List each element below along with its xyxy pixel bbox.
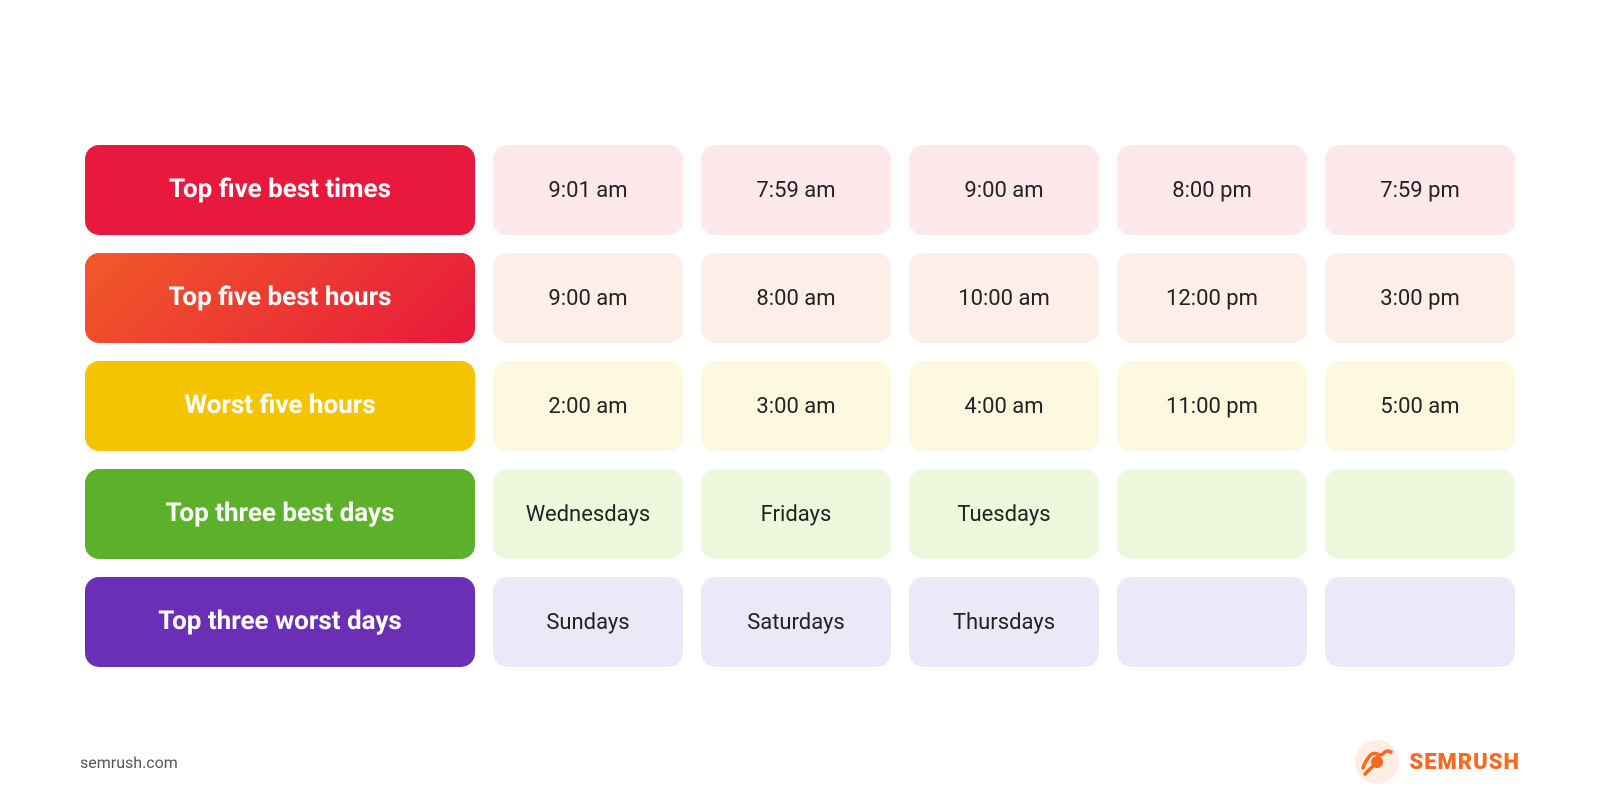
row-row-4: Top three best days Wednesdays Fridays Tues… [85,469,1515,559]
label-text-row-4: Top three best days [166,497,395,531]
data-cell-row-2-5: 3:00 pm [1325,253,1515,343]
label-text-row-1: Top five best times [169,173,391,207]
data-cell-row-2-3: 10:00 am [909,253,1099,343]
data-cell-row-5-2: Saturdays [701,577,891,667]
main-table: Top five best times 9:01 am 7:59 am 9:00 am… [5,105,1595,707]
data-cell-row-5-3: Thursdays [909,577,1099,667]
cell-value-row-3-4: 11:00 pm [1166,394,1258,419]
data-cell-row-1-5: 7:59 pm [1325,145,1515,235]
data-cell-row-1-1: 9:01 am [493,145,683,235]
label-row-3: Worst five hours [85,361,475,451]
data-cell-row-4-4 [1117,469,1307,559]
semrush-brand-text: SEMRUSH [1409,750,1520,775]
data-cell-row-3-2: 3:00 am [701,361,891,451]
cell-value-row-5-2: Saturdays [747,610,845,635]
row-row-5: Top three worst days Sundays Saturdays Thur… [85,577,1515,667]
cell-value-row-3-1: 2:00 am [548,394,627,419]
cell-value-row-3-5: 5:00 am [1380,394,1459,419]
cell-value-row-3-3: 4:00 am [964,394,1043,419]
semrush-icon [1355,740,1399,784]
cell-value-row-5-3: Thursdays [953,610,1055,635]
label-row-2: Top five best hours [85,253,475,343]
data-cell-row-2-2: 8:00 am [701,253,891,343]
data-cell-row-4-1: Wednesdays [493,469,683,559]
data-cell-row-5-4 [1117,577,1307,667]
data-cell-row-3-3: 4:00 am [909,361,1099,451]
cell-value-row-5-1: Sundays [546,610,629,635]
data-cell-row-3-5: 5:00 am [1325,361,1515,451]
cell-value-row-2-3: 10:00 am [958,286,1050,311]
data-cell-row-4-2: Fridays [701,469,891,559]
data-cell-row-1-3: 9:00 am [909,145,1099,235]
data-cell-row-3-4: 11:00 pm [1117,361,1307,451]
label-text-row-5: Top three worst days [158,605,402,639]
cell-value-row-4-3: Tuesdays [957,502,1050,527]
data-cell-row-2-4: 12:00 pm [1117,253,1307,343]
cell-value-row-2-5: 3:00 pm [1380,286,1460,311]
label-row-4: Top three best days [85,469,475,559]
cell-value-row-3-2: 3:00 am [756,394,835,419]
data-cell-row-4-5 [1325,469,1515,559]
data-cell-row-1-2: 7:59 am [701,145,891,235]
row-row-3: Worst five hours 2:00 am 3:00 am 4:00 am 11:… [85,361,1515,451]
data-cell-row-3-1: 2:00 am [493,361,683,451]
label-text-row-2: Top five best hours [169,281,392,315]
cell-value-row-2-1: 9:00 am [548,286,627,311]
cell-value-row-1-4: 8:00 pm [1172,178,1252,203]
footer: semrush.com SEMRUSH [80,740,1520,784]
label-text-row-3: Worst five hours [184,389,375,423]
cell-value-row-1-1: 9:01 am [548,178,627,203]
row-row-2: Top five best hours 9:00 am 8:00 am 10:00 a… [85,253,1515,343]
cell-value-row-2-2: 8:00 am [756,286,835,311]
data-cell-row-1-4: 8:00 pm [1117,145,1307,235]
label-row-5: Top three worst days [85,577,475,667]
footer-url: semrush.com [80,753,178,772]
data-cell-row-5-5 [1325,577,1515,667]
label-row-1: Top five best times [85,145,475,235]
data-cell-row-5-1: Sundays [493,577,683,667]
data-cell-row-4-3: Tuesdays [909,469,1099,559]
cell-value-row-4-1: Wednesdays [526,502,650,527]
cell-value-row-1-5: 7:59 pm [1380,178,1460,203]
cell-value-row-4-2: Fridays [761,502,832,527]
row-row-1: Top five best times 9:01 am 7:59 am 9:00 am… [85,145,1515,235]
data-cell-row-2-1: 9:00 am [493,253,683,343]
cell-value-row-1-3: 9:00 am [964,178,1043,203]
cell-value-row-2-4: 12:00 pm [1166,286,1258,311]
cell-value-row-1-2: 7:59 am [756,178,835,203]
semrush-logo: SEMRUSH [1355,740,1520,784]
